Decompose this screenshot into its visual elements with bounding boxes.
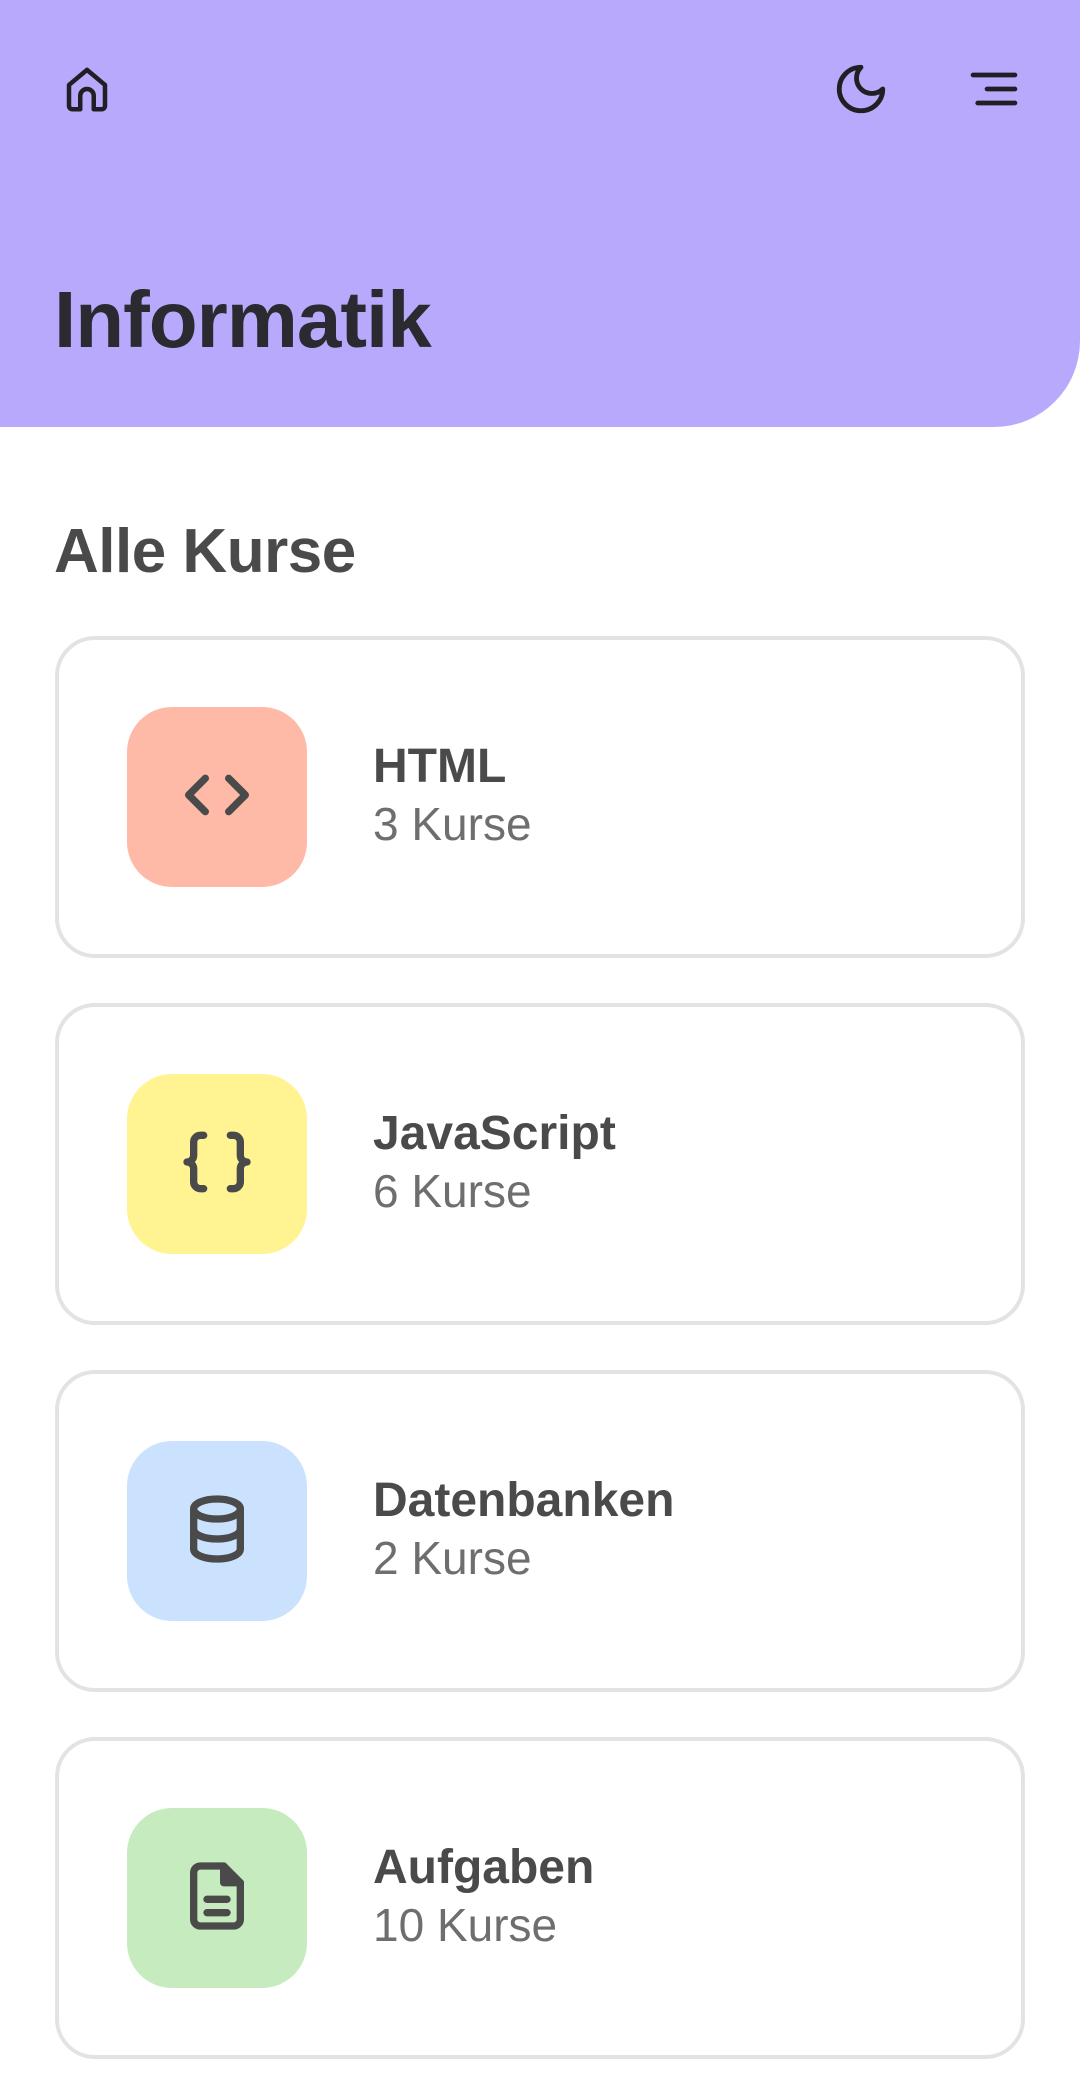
code-icon bbox=[177, 755, 257, 840]
home-icon bbox=[60, 62, 114, 116]
course-name: HTML bbox=[373, 740, 507, 793]
course-card-javascript[interactable]: JavaScript 6 Kurse bbox=[55, 1003, 1025, 1325]
braces-icon bbox=[177, 1122, 257, 1207]
course-name: Aufgaben bbox=[373, 1841, 595, 1894]
course-name: JavaScript bbox=[373, 1107, 616, 1160]
menu-icon bbox=[966, 61, 1022, 117]
course-count: 10 Kurse bbox=[373, 1899, 558, 1951]
course-count: 6 Kurse bbox=[373, 1165, 532, 1217]
course-list: HTML 3 Kurse JavaScript 6 Kurse Datenban… bbox=[55, 636, 1025, 2059]
course-text: HTML 3 Kurse bbox=[373, 738, 532, 852]
page-header: Informatik bbox=[0, 0, 1080, 427]
course-text: Datenbanken 2 Kurse bbox=[373, 1472, 674, 1586]
course-text: Aufgaben 10 Kurse bbox=[373, 1839, 594, 1953]
course-card-aufgaben[interactable]: Aufgaben 10 Kurse bbox=[55, 1737, 1025, 2059]
database-icon bbox=[177, 1489, 257, 1574]
course-name: Datenbanken bbox=[373, 1474, 675, 1527]
section-title: Alle Kurse bbox=[54, 517, 356, 586]
home-button[interactable] bbox=[47, 49, 127, 129]
course-card-datenbanken[interactable]: Datenbanken 2 Kurse bbox=[55, 1370, 1025, 1692]
course-icon-tile bbox=[127, 707, 307, 887]
course-count: 2 Kurse bbox=[373, 1532, 532, 1584]
course-count: 3 Kurse bbox=[373, 798, 532, 850]
menu-button[interactable] bbox=[954, 49, 1034, 129]
theme-toggle-button[interactable] bbox=[821, 49, 901, 129]
moon-icon bbox=[832, 60, 890, 118]
page-title: Informatik bbox=[54, 275, 432, 364]
course-card-html[interactable]: HTML 3 Kurse bbox=[55, 636, 1025, 958]
document-icon bbox=[177, 1856, 257, 1941]
course-icon-tile bbox=[127, 1441, 307, 1621]
course-icon-tile bbox=[127, 1074, 307, 1254]
course-text: JavaScript 6 Kurse bbox=[373, 1105, 616, 1219]
course-icon-tile bbox=[127, 1808, 307, 1988]
